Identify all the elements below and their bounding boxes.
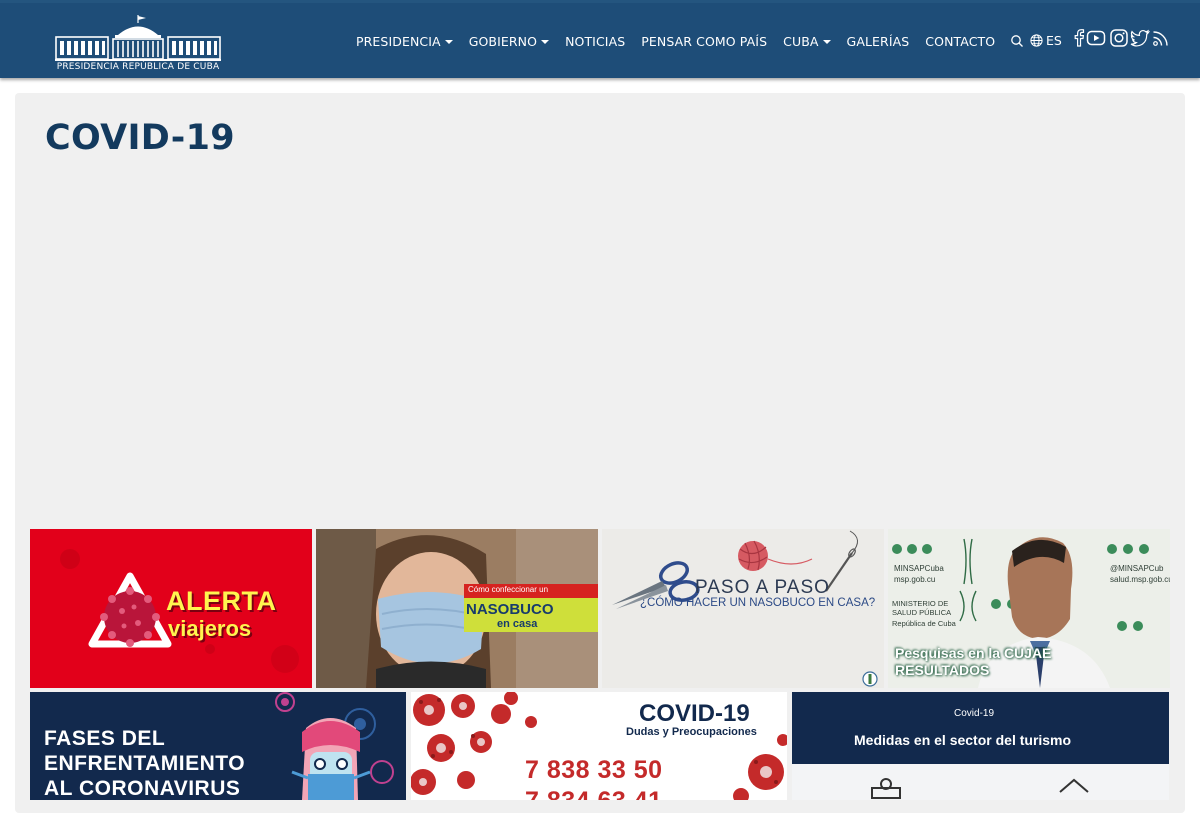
youtube-icon[interactable] [1086,28,1106,48]
nav-item-noticias[interactable]: NOTICIAS [565,34,625,49]
tile-alerta-viajeros[interactable]: ALERTA viajeros [30,529,312,688]
tile-cujae-bg-text-3: @MINSAPCub [1110,564,1164,573]
tile-turismo-title: Medidas en el sector del turismo [854,732,1072,748]
tile-nasobuco-line2: en casa [497,618,538,630]
twitter-icon[interactable] [1130,28,1150,48]
nav-item-label: PENSAR COMO PAÍS [641,33,768,49]
nav-item-cuba[interactable]: CUBA [783,33,831,49]
tile-fases-line2: ENFRENTAMIENTO [44,752,246,775]
nav-item-contacto[interactable]: CONTACTO [925,34,995,49]
tile-paso-line1: PASO A PASO [695,577,830,598]
top-navbar: PRESIDENCIA REPÚBLICA DE CUBA PRESIDENCI… [0,0,1200,78]
tile-dudas-subtitle: Dudas y Preocupaciones [626,726,757,738]
caret-down-icon [822,40,831,44]
presidency-logo[interactable]: PRESIDENCIA REPÚBLICA DE CUBA [55,13,221,75]
nav-item-label: NOTICIAS [565,33,626,49]
tile-cujae-bg-text-5: MINISTERIO DE SALUD PÚBLICA [892,599,952,617]
globe-icon [1030,34,1043,47]
tile-fases-line3: AL CORONAVIRUS [44,777,241,800]
search-icon[interactable] [1010,34,1024,48]
nav-item-label: GOBIERNO [468,33,538,49]
tile-fases-line1: FASES DEL [44,727,166,750]
nav-item-galerias[interactable]: GALERÍAS [847,34,910,49]
tile-alerta-line1: ALERTA [166,586,277,616]
tile-cujae-line1: Pesquisas en la CUJAE [895,645,1052,661]
caret-down-icon [444,40,453,44]
tile-nasobuco-line1: NASOBUCO [466,601,554,618]
tile-fases-enfrentamiento[interactable]: FASES DEL ENFRENTAMIENTO AL CORONAVIRUS [30,692,406,800]
tile-dudas-phone2: 7 834 63 41 [525,787,663,800]
nav-item-label: PRESIDENCIA [356,33,441,49]
tile-cujae-bg-text-4: salud.msp.gob.cu [1110,575,1170,584]
tile-medidas-turismo[interactable]: Covid-19 Medidas en el sector del turism… [792,692,1169,800]
tile-paso-a-paso[interactable]: PASO A PASO ¿CÓMO HACER UN NASOBUCO EN C… [602,529,884,688]
language-label: ES [1046,33,1062,48]
nav-item-label: CUBA [783,33,819,49]
tile-cujae-line2: RESULTADOS [895,662,990,678]
tile-pesquisas-cujae[interactable]: MINSAPCuba msp.gob.cu @MINSAPCub salud.m… [888,529,1170,688]
page-title: COVID-19 [45,118,235,158]
tile-alerta-line2: viajeros [168,616,252,641]
tile-dudas-phone1: 7 838 33 50 [525,756,663,784]
logo-text: PRESIDENCIA REPÚBLICA DE CUBA [56,62,220,72]
instagram-icon[interactable] [1109,28,1129,48]
tile-covid-dudas[interactable]: COVID-19 Dudas y Preocupaciones 7 838 33… [411,692,787,800]
nav-item-label: CONTACTO [925,33,996,49]
tile-nasobuco-caption: Cómo confeccionar un [464,584,598,598]
tile-nasobuco-en-casa[interactable]: Cómo confeccionar un NASOBUCO en casa [316,529,598,688]
rss-icon[interactable] [1151,28,1171,48]
tile-dudas-title: COVID-19 [639,700,750,727]
tile-turismo-small: Covid-19 [954,708,995,719]
nav-item-gobierno[interactable]: GOBIERNO [468,33,550,49]
nav-item-presidencia[interactable]: PRESIDENCIA [356,34,453,49]
tile-paso-line2: ¿CÓMO HACER UN NASOBUCO EN CASA? [640,597,876,609]
tile-cujae-bg-text-6: República de Cuba [892,619,956,628]
caret-down-icon [541,40,550,44]
tile-cujae-bg-text-2: msp.gob.cu [894,575,936,584]
main-nav: PRESIDENCIA GOBIERNO NOTICIAS PENSAR COM… [356,31,995,51]
palace-logo-icon [55,15,221,61]
tile-cujae-bg-text-1: MINSAPCuba [894,564,944,573]
tourism-icons [871,778,1089,799]
language-selector[interactable]: ES [1030,33,1062,48]
nav-item-label: GALERÍAS [846,33,910,49]
nav-item-pensar-como-pais[interactable]: PENSAR COMO PAÍS [641,34,767,49]
